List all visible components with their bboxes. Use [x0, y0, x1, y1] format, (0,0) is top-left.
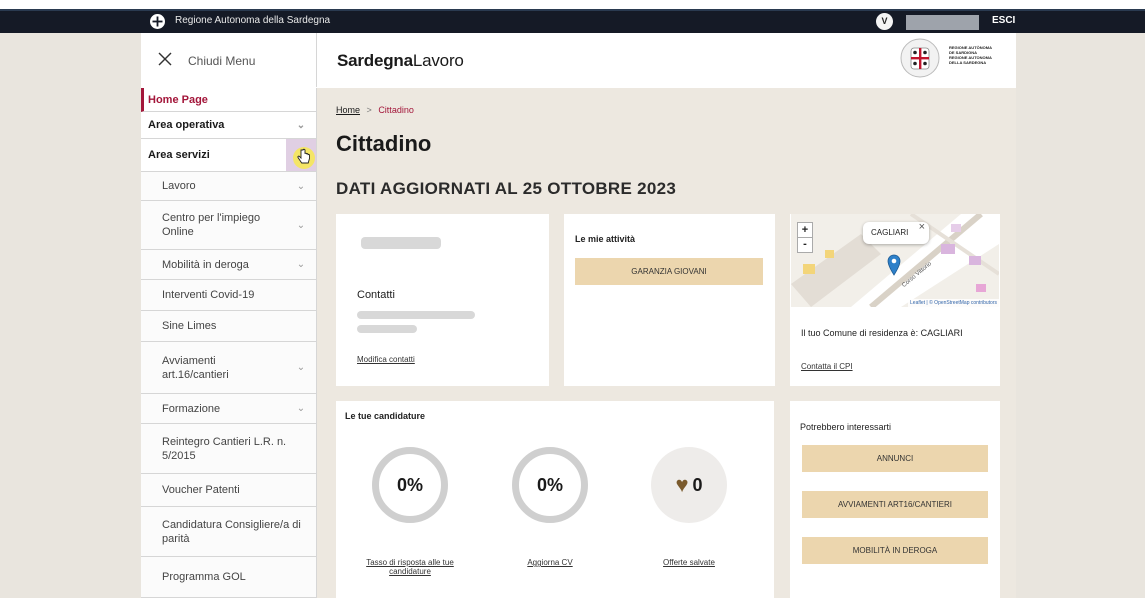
applications-title: Le tue candidature	[345, 411, 426, 421]
map-popup: CAGLIARI ×	[863, 221, 929, 244]
sidebar-item-formazione[interactable]: Formazione ⌄	[141, 394, 316, 424]
region-name[interactable]: Regione Autonoma della Sardegna	[175, 15, 330, 26]
cv-update-circle: 0%	[512, 447, 588, 523]
user-avatar[interactable]: V	[876, 13, 893, 30]
sidebar-item-interventi-covid[interactable]: Interventi Covid-19	[141, 280, 316, 311]
sidebar-item-label: Sine Limes	[162, 320, 217, 332]
page-title: Cittadino	[336, 131, 432, 156]
applications-card: Le tue candidature 0% Tasso di risposta …	[336, 401, 774, 598]
map-attribution[interactable]: Leaflet | © OpenStreetMap contributors	[908, 299, 999, 307]
sidebar-item-lavoro[interactable]: Lavoro ⌄	[141, 172, 316, 201]
contact-cpi-link[interactable]: Contatta il CPI	[801, 362, 853, 371]
sidebar-item-candidatura-consigliere[interactable]: Candidatura Consigliere/a di parità	[141, 507, 316, 557]
sidebar-item-centro-impiego[interactable]: Centro per l'impiego Online ⌄	[141, 201, 316, 250]
region-crest-icon	[900, 38, 940, 78]
sidebar-item-sine-limes[interactable]: Sine Limes	[141, 311, 316, 342]
close-icon[interactable]	[157, 51, 173, 67]
close-menu-label[interactable]: Chiudi Menu	[188, 54, 255, 68]
contact-email-redacted	[357, 311, 475, 319]
sidebar-item-label: Mobilità in deroga	[162, 258, 249, 271]
sidebar-item-label: Voucher Patenti	[162, 484, 240, 496]
chevron-down-icon[interactable]: ⌄	[286, 201, 316, 249]
sidebar-item-voucher-patenti[interactable]: Voucher Patenti	[141, 474, 316, 507]
sidebar-item-label: Interventi Covid-19	[162, 289, 255, 301]
contact-phone-redacted	[357, 325, 417, 333]
activities-title: Le mie attività	[575, 234, 636, 244]
sidebar-item-label: Reintegro Cantieri L.R. n. 5/2015	[162, 435, 287, 462]
chevron-down-icon[interactable]: ⌄	[286, 342, 316, 393]
crest-text: REGIONE AUTÒNOMA DE SARDIGNA REGIONE AUT…	[949, 45, 992, 65]
sidebar-item-avviamenti[interactable]: Avviamenti art.16/cantieri ⌄	[141, 342, 316, 394]
sidebar-item-label: Formazione	[162, 402, 221, 415]
sidebar-item-label: Avviamenti art.16/cantieri	[162, 354, 229, 381]
saved-offers-circle: ♥ 0	[651, 447, 727, 523]
sidebar-item-label: Programma GOL	[162, 571, 246, 583]
sidebar-menu: Home Page Area operativa ⌄ Area servizi …	[141, 88, 317, 598]
user-name-redacted	[906, 15, 979, 30]
sidebar-item-label: Home Page	[148, 93, 208, 106]
residence-map[interactable]: + - CAGLIARI × Corso Vittorio Leaflet | …	[791, 214, 999, 307]
map-popup-city: CAGLIARI	[871, 228, 909, 237]
map-zoom-out-button[interactable]: -	[797, 237, 813, 253]
breadcrumb-home-link[interactable]: Home	[336, 105, 360, 115]
window-edge	[0, 0, 1145, 9]
saved-offers-value: 0	[692, 474, 703, 495]
chevron-down-icon[interactable]: ⌄	[286, 172, 316, 200]
region-logo-icon	[150, 14, 165, 29]
breadcrumb: Home > Cittadino	[336, 105, 414, 115]
interests-title: Potrebbero interessarti	[800, 422, 892, 432]
sidebar-item-programma-gol[interactable]: Programma GOL	[141, 557, 316, 598]
response-rate-value: 0%	[396, 474, 423, 495]
hand-cursor-icon	[297, 148, 310, 164]
saved-offers-link[interactable]: Offerte salvate	[651, 558, 727, 567]
brand-logo[interactable]: SardegnaLavoro	[337, 51, 464, 71]
sidebar-item-label: Lavoro	[162, 180, 196, 192]
map-zoom-in-button[interactable]: +	[797, 222, 813, 238]
sidebar-item-label: Area servizi	[148, 149, 210, 161]
main-content: Home > Cittadino Cittadino DATI AGGIORNA…	[317, 88, 1016, 598]
avviamenti-button[interactable]: AVVIAMENTI ART16/CANTIERI	[802, 491, 988, 518]
sidebar-item-home-page[interactable]: Home Page	[141, 88, 316, 112]
mobilita-deroga-button[interactable]: MOBILITÀ IN DEROGA	[802, 537, 988, 564]
contacts-label: Contatti	[357, 289, 395, 301]
breadcrumb-current: Cittadino	[378, 105, 414, 115]
profile-card: Contatti Modifica contatti	[336, 214, 549, 386]
sidebar-item-mobilita-deroga[interactable]: Mobilità in deroga ⌄	[141, 250, 316, 280]
sidebar-item-label: Centro per l'impiego Online	[162, 212, 261, 238]
chevron-down-icon[interactable]: ⌄	[286, 250, 316, 279]
response-rate-link[interactable]: Tasso di risposta alle tue candidature	[348, 558, 472, 576]
sidebar-item-reintegro-cantieri[interactable]: Reintegro Cantieri L.R. n. 5/2015	[141, 424, 316, 474]
sidebar-item-label: Area operativa	[148, 119, 225, 131]
map-marker-icon[interactable]	[887, 254, 901, 276]
sidebar-item-label: Candidatura Consigliere/a di parità	[162, 518, 301, 545]
menu-toggle[interactable]: Chiudi Menu	[141, 33, 317, 87]
sidebar-item-area-operativa[interactable]: Area operativa ⌄	[141, 112, 316, 139]
sidebar-item-area-servizi[interactable]: Area servizi	[141, 139, 316, 172]
chevron-down-icon[interactable]: ⌄	[286, 112, 316, 138]
heart-icon: ♥	[675, 472, 689, 497]
user-name-redacted	[361, 237, 441, 249]
data-update-title: DATI AGGIORNATI AL 25 OTTOBRE 2023	[336, 179, 677, 198]
chevron-down-icon[interactable]: ⌄	[286, 394, 316, 423]
map-popup-close-icon[interactable]: ×	[919, 221, 925, 233]
breadcrumb-separator: >	[366, 105, 372, 115]
activities-card: Le mie attività GARANZIA GIOVANI	[564, 214, 775, 386]
app-header: SardegnaLavoro REGIONE AUTÒNOMA DE SARDI…	[317, 33, 1016, 87]
update-cv-link[interactable]: Aggiorna CV	[512, 558, 588, 567]
annunci-button[interactable]: ANNUNCI	[802, 445, 988, 472]
logout-button[interactable]: ESCI	[992, 15, 1015, 26]
top-bar: Regione Autonoma della Sardegna V ESCI	[0, 11, 1145, 33]
response-rate-circle: 0%	[372, 447, 448, 523]
interests-card: Potrebbero interessarti ANNUNCI AVVIAMEN…	[790, 401, 1000, 598]
edit-contacts-link[interactable]: Modifica contatti	[357, 355, 415, 364]
garanzia-giovani-button[interactable]: GARANZIA GIOVANI	[575, 258, 763, 285]
cv-update-value: 0%	[536, 474, 563, 495]
residence-text: Il tuo Comune di residenza è: CAGLIARI	[801, 328, 963, 338]
